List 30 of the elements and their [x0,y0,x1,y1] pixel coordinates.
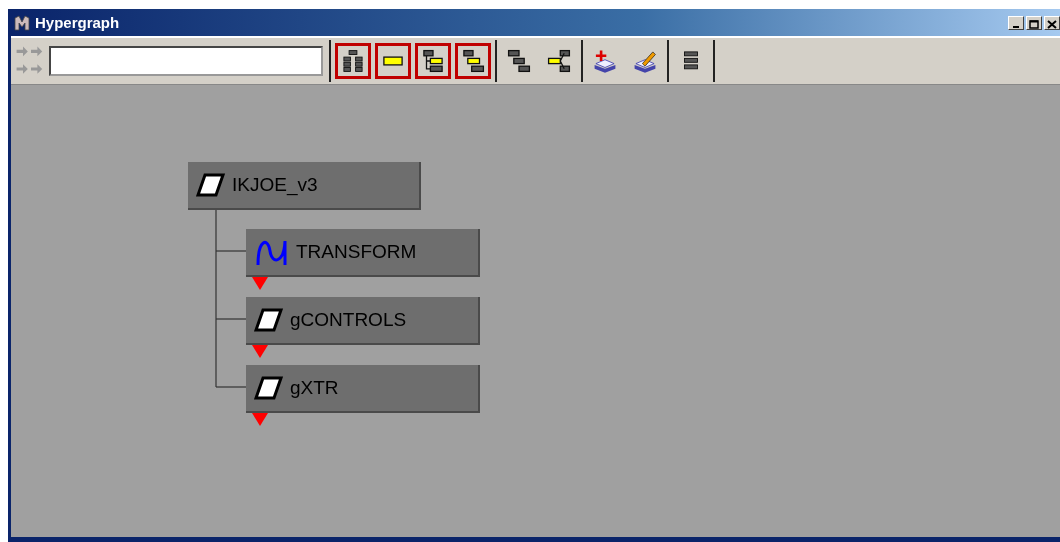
scene-icon [340,48,366,74]
parallelogram-icon [254,376,284,400]
graph-node[interactable]: gCONTROLS [246,297,480,345]
selected-button[interactable] [375,43,411,79]
parallelogram-icon [254,308,284,332]
node-label: TRANSFORM [296,241,417,263]
close-icon [1047,19,1057,29]
input-output-icon [546,48,572,74]
parallelogram-icon [196,173,226,197]
hierarchy-icon [506,48,532,74]
downstream-icon [460,48,486,74]
scene-button[interactable] [335,43,371,79]
graph-node[interactable]: IKJOE_v3 [188,162,421,210]
downstream-button[interactable] [455,43,491,79]
node-label: gCONTROLS [290,309,407,331]
node-label: gXTR [290,377,339,399]
graph-node[interactable]: gXTR [246,365,480,413]
graph-node[interactable]: TRANSFORM [246,229,480,277]
bookmark-edit-icon [632,48,658,74]
node-label: IKJOE_v3 [232,174,318,196]
minimize-button[interactable] [1008,15,1024,30]
window-title: Hypergraph [35,14,120,31]
upstream-icon [420,48,446,74]
maximize-button[interactable] [1026,15,1042,30]
upstream-button[interactable] [415,43,451,79]
close-button[interactable] [1044,15,1060,30]
app-icon [14,14,32,31]
maximize-icon [1029,19,1039,29]
search-field[interactable] [49,46,323,76]
bookmark-add-icon [592,48,618,74]
